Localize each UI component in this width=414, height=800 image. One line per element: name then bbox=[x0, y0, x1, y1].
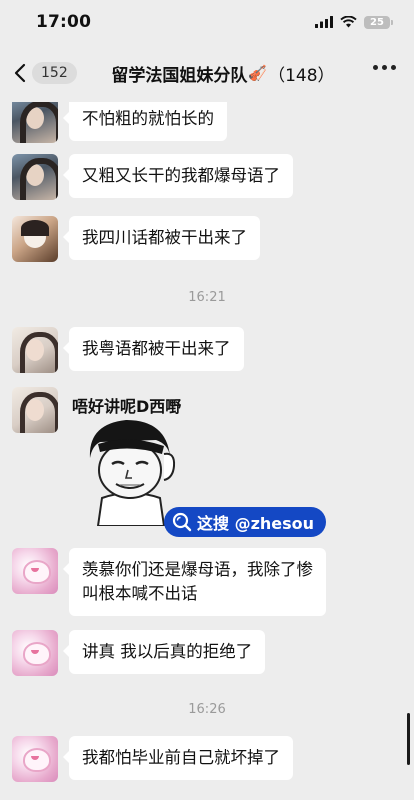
timestamp: 16:21 bbox=[188, 290, 226, 305]
message-row: 又粗又长干的我都爆母语了 bbox=[12, 154, 293, 200]
back-button[interactable]: 152 bbox=[14, 62, 77, 84]
signal-icon bbox=[315, 16, 333, 28]
girl-avatar[interactable] bbox=[12, 154, 58, 200]
message-row: 不怕粗的就怕长的 bbox=[12, 102, 227, 143]
member-count: （148） bbox=[268, 65, 335, 86]
search-icon bbox=[172, 512, 192, 532]
watermark-badge: 这搜 @zhesou bbox=[164, 507, 327, 537]
cat-girl-avatar[interactable] bbox=[12, 216, 58, 262]
message-row: 羡慕你们还是爆母语，我除了惨 叫根本喊不出话 bbox=[12, 548, 326, 616]
message-line: 叫根本喊不出话 bbox=[82, 584, 198, 603]
message-bubble[interactable]: 我都怕毕业前自己就坏掉了 bbox=[63, 736, 293, 780]
message-line: 羡慕你们还是爆母语，我除了惨 bbox=[82, 560, 313, 579]
chevron-left-icon bbox=[14, 63, 26, 83]
light-girl-avatar[interactable] bbox=[12, 327, 58, 373]
watermark-text: 这搜 @zhesou bbox=[197, 514, 315, 533]
message-row: 讲真 我以后真的拒绝了 bbox=[12, 630, 266, 676]
more-dots-icon[interactable] bbox=[373, 65, 396, 70]
battery-icon: 25 bbox=[364, 15, 393, 29]
status-time: 17:00 bbox=[36, 12, 92, 32]
pink-cartoon-avatar[interactable] bbox=[12, 548, 58, 594]
timestamp: 16:26 bbox=[188, 702, 226, 717]
message-bubble[interactable]: 讲真 我以后真的拒绝了 bbox=[62, 630, 266, 674]
unread-count-badge: 152 bbox=[32, 62, 77, 84]
message-row: 我四川话都被干出来了 bbox=[12, 216, 260, 262]
message-bubble[interactable]: 我四川话都被干出来了 bbox=[63, 216, 260, 260]
chat-message-list[interactable]: 不怕粗的就怕长的 又粗又长干的我都爆母语了 我四川话都被干出来了 16:21 我… bbox=[0, 102, 414, 800]
status-icons: 25 bbox=[315, 15, 393, 29]
chat-title[interactable]: 留学法国姐妹分队 🎻 （148） bbox=[88, 44, 358, 102]
pink-cartoon-avatar[interactable] bbox=[12, 736, 58, 782]
status-bar: 17:00 25 bbox=[0, 0, 414, 44]
girl-avatar[interactable] bbox=[12, 102, 58, 143]
battery-level: 25 bbox=[370, 16, 384, 28]
chat-header: 152 留学法国姐妹分队 🎻 （148） bbox=[0, 44, 414, 102]
pink-cartoon-avatar[interactable] bbox=[12, 630, 58, 676]
message-row: 我粤语都被干出来了 bbox=[12, 327, 244, 373]
message-row: 我都怕毕业前自己就坏掉了 bbox=[12, 736, 293, 782]
light-girl-avatar[interactable] bbox=[12, 387, 58, 433]
message-bubble[interactable]: 我粤语都被干出来了 bbox=[63, 327, 244, 371]
message-bubble[interactable]: 羡慕你们还是爆母语，我除了惨 叫根本喊不出话 bbox=[63, 548, 326, 616]
scrollbar[interactable] bbox=[407, 713, 410, 765]
group-name: 留学法国姐妹分队 bbox=[111, 65, 248, 86]
message-bubble[interactable]: 又粗又长干的我都爆母语了 bbox=[63, 154, 293, 198]
group-emoji: 🎻 bbox=[248, 64, 268, 82]
message-bubble[interactable]: 不怕粗的就怕长的 bbox=[63, 102, 227, 141]
wifi-icon bbox=[340, 16, 357, 28]
